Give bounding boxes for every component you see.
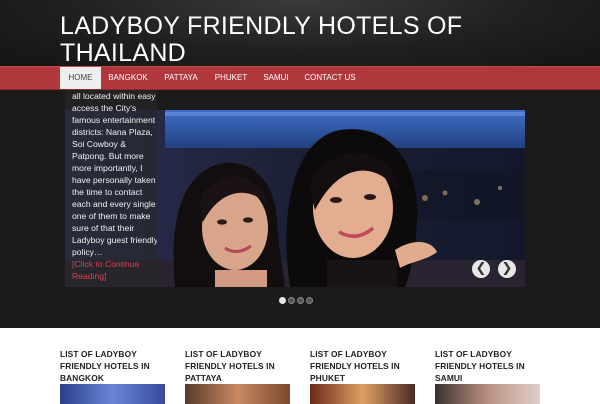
slider-dot-4[interactable] bbox=[306, 297, 313, 304]
chevron-left-icon: ❮ bbox=[475, 261, 487, 276]
caption-text: all located within easy access the City'… bbox=[72, 90, 157, 282]
section-samui: LIST OF LADYBOY FRIENDLY HOTELS IN SAMUI bbox=[435, 348, 553, 384]
chevron-right-icon: ❯ bbox=[501, 261, 513, 276]
main-nav: HOME BANGKOK PATTAYA PHUKET SAMUI CONTAC… bbox=[0, 66, 600, 90]
nav-bangkok[interactable]: BANGKOK bbox=[104, 67, 152, 89]
slide-caption: all located within easy access the City'… bbox=[65, 90, 157, 287]
thumbnail-phuket[interactable] bbox=[310, 384, 415, 404]
thumbnail-bangkok[interactable] bbox=[60, 384, 165, 404]
slider-dot-1[interactable] bbox=[279, 297, 286, 304]
site-header: LADYBOY FRIENDLY HOTELS OF THAILAND bbox=[0, 0, 600, 67]
thumbnail-samui[interactable] bbox=[435, 384, 540, 404]
nav-pattaya[interactable]: PATTAYA bbox=[158, 67, 204, 89]
continue-reading-link[interactable]: [Click to Continue Reading] bbox=[72, 259, 139, 281]
section-title-samui[interactable]: LIST OF LADYBOY FRIENDLY HOTELS IN SAMUI bbox=[435, 348, 553, 384]
site-title[interactable]: LADYBOY FRIENDLY HOTELS OF THAILAND bbox=[60, 13, 500, 67]
section-phuket: LIST OF LADYBOY FRIENDLY HOTELS IN PHUKE… bbox=[310, 348, 428, 384]
section-title-phuket[interactable]: LIST OF LADYBOY FRIENDLY HOTELS IN PHUKE… bbox=[310, 348, 428, 384]
nav-contact-us[interactable]: CONTACT US bbox=[300, 67, 360, 89]
slider-prev-button[interactable]: ❮ bbox=[472, 260, 490, 278]
section-title-bangkok[interactable]: LIST OF LADYBOY FRIENDLY HOTELS IN BANGK… bbox=[60, 348, 178, 384]
section-title-pattaya[interactable]: LIST OF LADYBOY FRIENDLY HOTELS IN PATTA… bbox=[185, 348, 303, 384]
nav-samui[interactable]: SAMUI bbox=[258, 67, 294, 89]
thumbnail-pattaya[interactable] bbox=[185, 384, 290, 404]
section-pattaya: LIST OF LADYBOY FRIENDLY HOTELS IN PATTA… bbox=[185, 348, 303, 384]
slider-dot-2[interactable] bbox=[288, 297, 295, 304]
nav-home[interactable]: HOME bbox=[60, 67, 101, 89]
slider-dot-3[interactable] bbox=[297, 297, 304, 304]
slider-next-button[interactable]: ❯ bbox=[498, 260, 516, 278]
section-bangkok: LIST OF LADYBOY FRIENDLY HOTELS IN BANGK… bbox=[60, 348, 178, 384]
nav-phuket[interactable]: PHUKET bbox=[210, 67, 252, 89]
caption-body: all located within easy access the City'… bbox=[72, 91, 157, 257]
